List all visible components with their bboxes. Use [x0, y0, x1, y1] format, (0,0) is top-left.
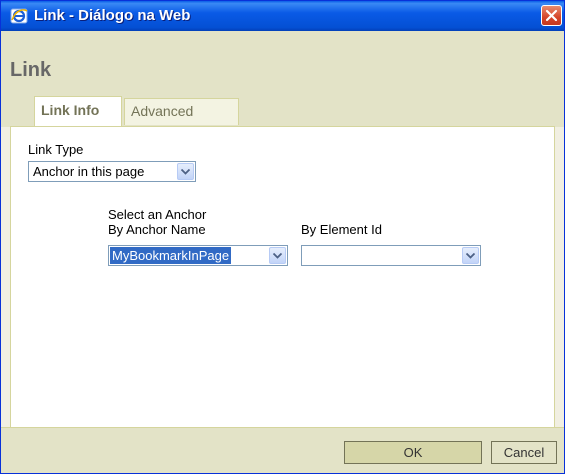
close-icon — [545, 9, 558, 22]
title-bar[interactable]: Link - Diálogo na Web — [1, 1, 564, 31]
tab-advanced[interactable]: Advanced — [124, 98, 239, 125]
link-type-label: Link Type — [28, 142, 84, 157]
by-anchor-name-label: By Anchor Name — [108, 222, 206, 237]
anchor-name-select[interactable]: MyBookmarkInPage — [108, 245, 288, 266]
chevron-down-icon[interactable] — [269, 247, 286, 264]
window-title: Link - Diálogo na Web — [34, 7, 191, 24]
element-id-select[interactable] — [301, 245, 481, 266]
by-element-id-label: By Element Id — [301, 222, 382, 237]
link-type-value: Anchor in this page — [33, 164, 145, 179]
chevron-down-icon[interactable] — [462, 247, 479, 264]
dialog-window: Link - Diálogo na Web Link Link Info Adv… — [0, 0, 565, 474]
anchor-name-value: MyBookmarkInPage — [110, 247, 232, 264]
internet-explorer-icon — [10, 7, 28, 25]
chevron-down-icon[interactable] — [177, 163, 194, 180]
tab-link-info[interactable]: Link Info — [34, 96, 122, 127]
ok-button[interactable]: OK — [344, 441, 482, 464]
dialog-heading: Link — [10, 59, 52, 81]
close-button[interactable] — [541, 5, 562, 26]
cancel-button[interactable]: Cancel — [491, 441, 557, 464]
select-anchor-label: Select an Anchor — [108, 207, 207, 222]
link-type-select[interactable]: Anchor in this page — [28, 161, 196, 182]
